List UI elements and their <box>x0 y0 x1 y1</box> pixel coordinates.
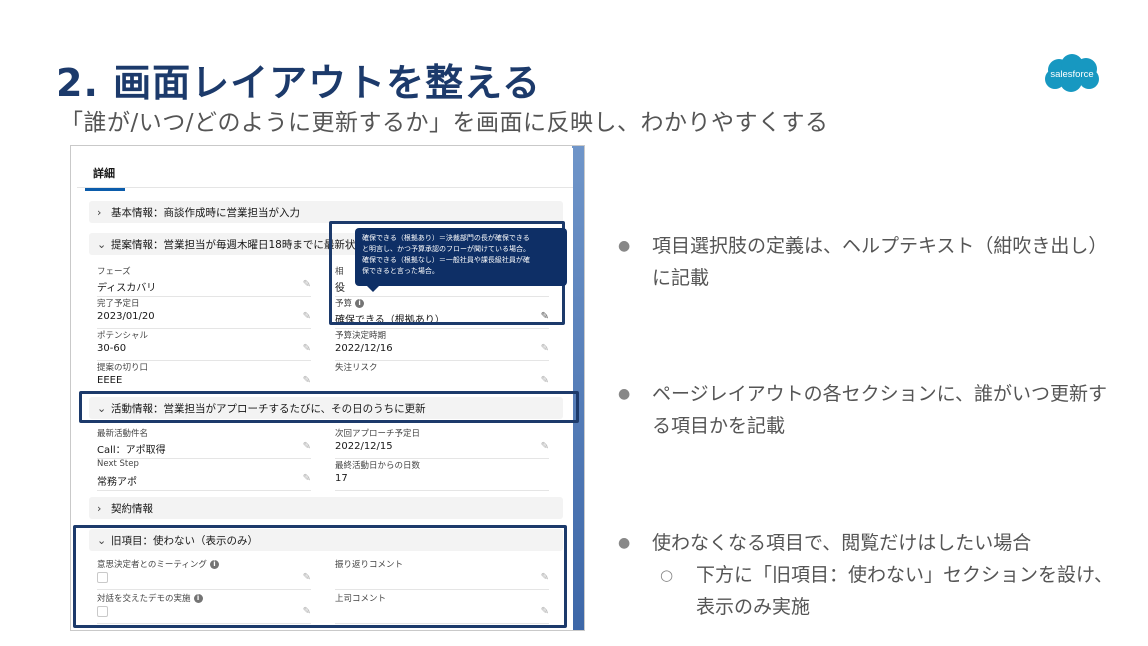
field-close-date[interactable]: 完了予定日 2023/01/20 ✎ <box>97 297 311 329</box>
logo-text: salesforce <box>1050 69 1093 80</box>
bullet-item: ● 使わなくなる項目で、閲覧だけはしたい場合 <box>612 527 1132 559</box>
chevron-right-icon: › <box>97 501 102 515</box>
help-text-tooltip: 確保できる（根拠あり）＝決裁部門の長が確保できる と明言し、かつ予算承認のフロー… <box>355 228 567 292</box>
tab-detail[interactable]: 詳細 <box>85 162 125 191</box>
field-latest-activity[interactable]: 最新活動件名 Call：アポ取得 ✎ <box>97 427 311 459</box>
field-loss-risk[interactable]: 失注リスク ✎ <box>335 361 549 393</box>
record-detail-screenshot: 詳細 › 基本情報：商談作成時に営業担当が入力 ⌄ 提案情報：営業担当が毎週木曜… <box>70 145 585 631</box>
pencil-icon[interactable]: ✎ <box>303 311 311 322</box>
bullet-dot-icon: ● <box>618 386 631 402</box>
chevron-down-icon: ⌄ <box>97 237 107 251</box>
salesforce-logo: salesforce <box>1041 52 1103 94</box>
pencil-icon[interactable]: ✎ <box>303 343 311 354</box>
tooltip-arrow <box>367 286 379 292</box>
slide-subtitle: 「誰が/いつ/どのように更新するか」を画面に反映し、わかりやすくする <box>60 110 829 136</box>
field-proposal-angle[interactable]: 提案の切り口 EEEE ✎ <box>97 361 311 393</box>
highlight-legacy-section <box>73 525 567 628</box>
window-edge <box>572 146 584 630</box>
field-potential[interactable]: ポテンシャル 30-60 ✎ <box>97 329 311 361</box>
chevron-right-icon: › <box>97 205 102 219</box>
pencil-icon[interactable]: ✎ <box>541 375 549 386</box>
highlight-activity-section <box>79 391 579 423</box>
field-budget-decision-date[interactable]: 予算決定時期 2022/12/16 ✎ <box>335 329 549 361</box>
field-days-since-activity: 最終活動日からの日数 17 <box>335 459 549 491</box>
sub-bullet-item: ○ 下方に「旧項目：使わない」セクションを設け、表示のみ実施 <box>652 559 1132 625</box>
pencil-icon[interactable]: ✎ <box>541 441 549 452</box>
field-next-approach-date[interactable]: 次回アプローチ予定日 2022/12/15 ✎ <box>335 427 549 459</box>
pencil-icon[interactable]: ✎ <box>541 343 549 354</box>
section-proposal-label: 提案情報：営業担当が毎週木曜日18時までに最新状 <box>111 238 356 251</box>
slide-title: 2. 画面レイアウトを整える <box>56 61 541 105</box>
record-detail-panel: 詳細 › 基本情報：商談作成時に営業担当が入力 ⌄ 提案情報：営業担当が毎週木曜… <box>73 148 579 630</box>
bullet-item: ● ページレイアウトの各セクションに、誰がいつ更新する項目かを記載 <box>612 378 1132 444</box>
bullet-dot-icon: ● <box>618 238 631 254</box>
section-contract-info[interactable]: › 契約情報 <box>89 497 563 519</box>
tab-divider <box>77 187 573 188</box>
bullet-dot-icon: ● <box>618 535 631 551</box>
section-basic-label: 基本情報：商談作成時に営業担当が入力 <box>111 206 300 219</box>
bullet-item: ● 項目選択肢の定義は、ヘルプテキスト（紺吹き出し）に記載 <box>612 230 1132 296</box>
pencil-icon[interactable]: ✎ <box>303 473 311 484</box>
field-phase[interactable]: フェーズ ディスカバリ ✎ <box>97 265 311 297</box>
pencil-icon[interactable]: ✎ <box>303 441 311 452</box>
bullet-ring-icon: ○ <box>660 566 674 584</box>
section-contract-label: 契約情報 <box>111 502 153 515</box>
section-basic-info[interactable]: › 基本情報：商談作成時に営業担当が入力 <box>89 201 563 223</box>
pencil-icon[interactable]: ✎ <box>303 279 311 290</box>
pencil-icon[interactable]: ✎ <box>303 375 311 386</box>
field-next-step[interactable]: Next Step 常務アポ ✎ <box>97 459 311 491</box>
